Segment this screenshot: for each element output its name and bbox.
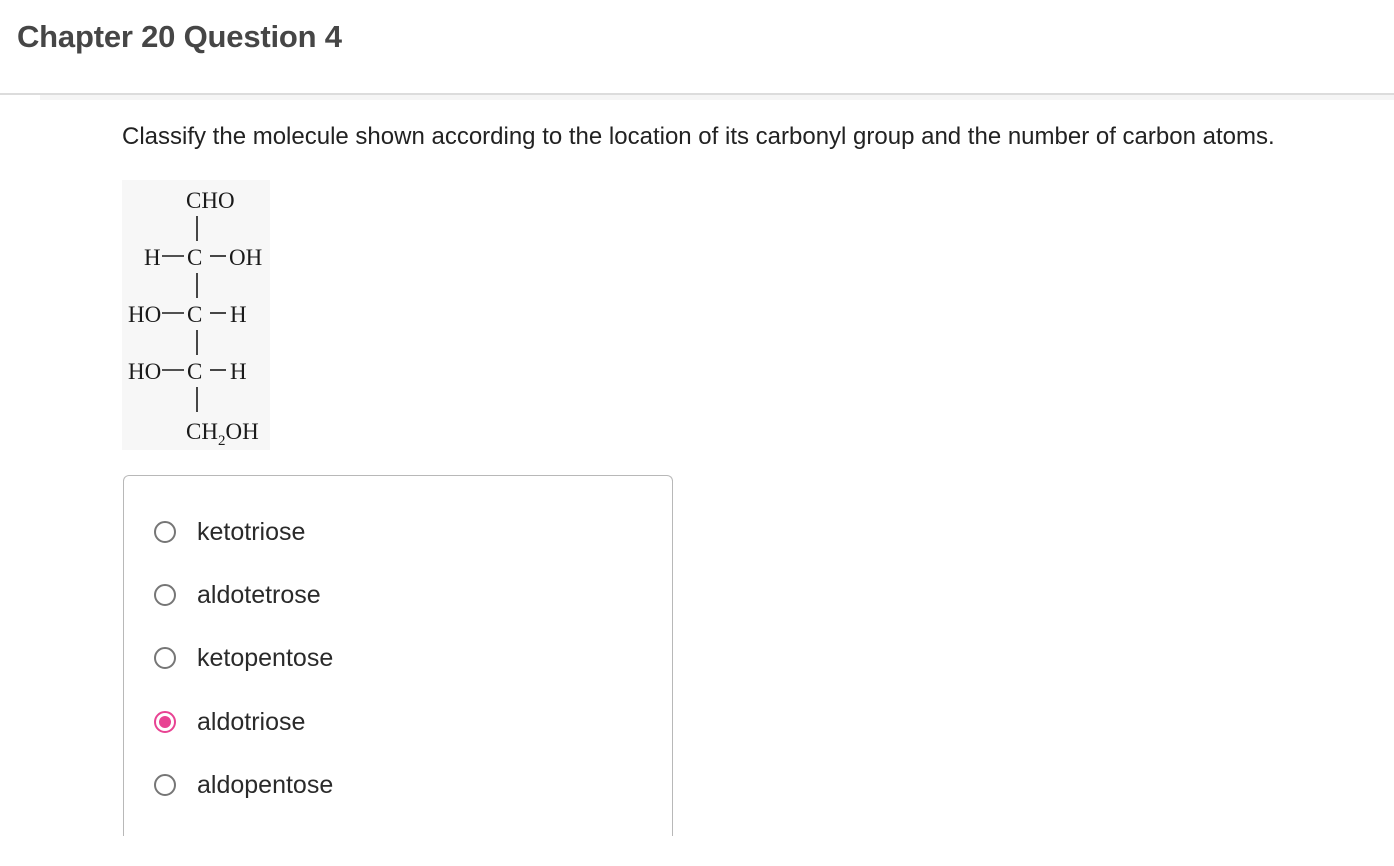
molecule-row3-right: H [230,359,247,384]
option-aldopentose[interactable]: aldopentose [154,769,333,801]
molecule-top-group: CHO [186,188,235,213]
option-ketotriose[interactable]: ketotriose [154,516,305,548]
header-divider-shadow [40,95,1394,100]
question-prompt: Classify the molecule shown according to… [122,123,1275,150]
molecule-row3-center: C [187,359,202,384]
fischer-projection-diagram: CHO H C OH HO C H HO C H CH2OH [128,188,262,449]
molecule-bottom-group: CH2OH [186,419,259,449]
option-aldotetrose[interactable]: aldotetrose [154,579,321,611]
radio-button-icon[interactable] [154,584,176,606]
option-aldotriose[interactable]: aldotriose [154,706,305,738]
radio-button-icon[interactable] [154,647,176,669]
option-label: ketotriose [197,517,306,546]
option-label: ketopentose [197,643,334,672]
radio-button-selected-icon[interactable] [154,711,176,733]
option-label: aldotriose [197,707,306,736]
molecule-row2-left: HO [128,302,161,327]
answer-options-panel: ketotriose aldotetrose ketopentose aldot… [123,475,673,836]
option-label: aldopentose [197,770,334,799]
radio-button-icon[interactable] [154,521,176,543]
molecule-row2-right: H [230,302,247,327]
molecule-row1-left: H [144,245,161,270]
option-ketopentose[interactable]: ketopentose [154,642,333,674]
molecule-row3-left: HO [128,359,161,384]
molecule-row2-center: C [187,302,202,327]
radio-button-icon[interactable] [154,774,176,796]
molecule-row1-right: OH [229,245,262,270]
quiz-page: Chapter 20 Question 4 Classify the molec… [0,0,1394,866]
molecule-row1-center: C [187,245,202,270]
page-title: Chapter 20 Question 4 [17,19,342,54]
molecule-structure-image: CHO H C OH HO C H HO C H CH2OH [122,180,270,450]
option-label: aldotetrose [197,580,321,609]
